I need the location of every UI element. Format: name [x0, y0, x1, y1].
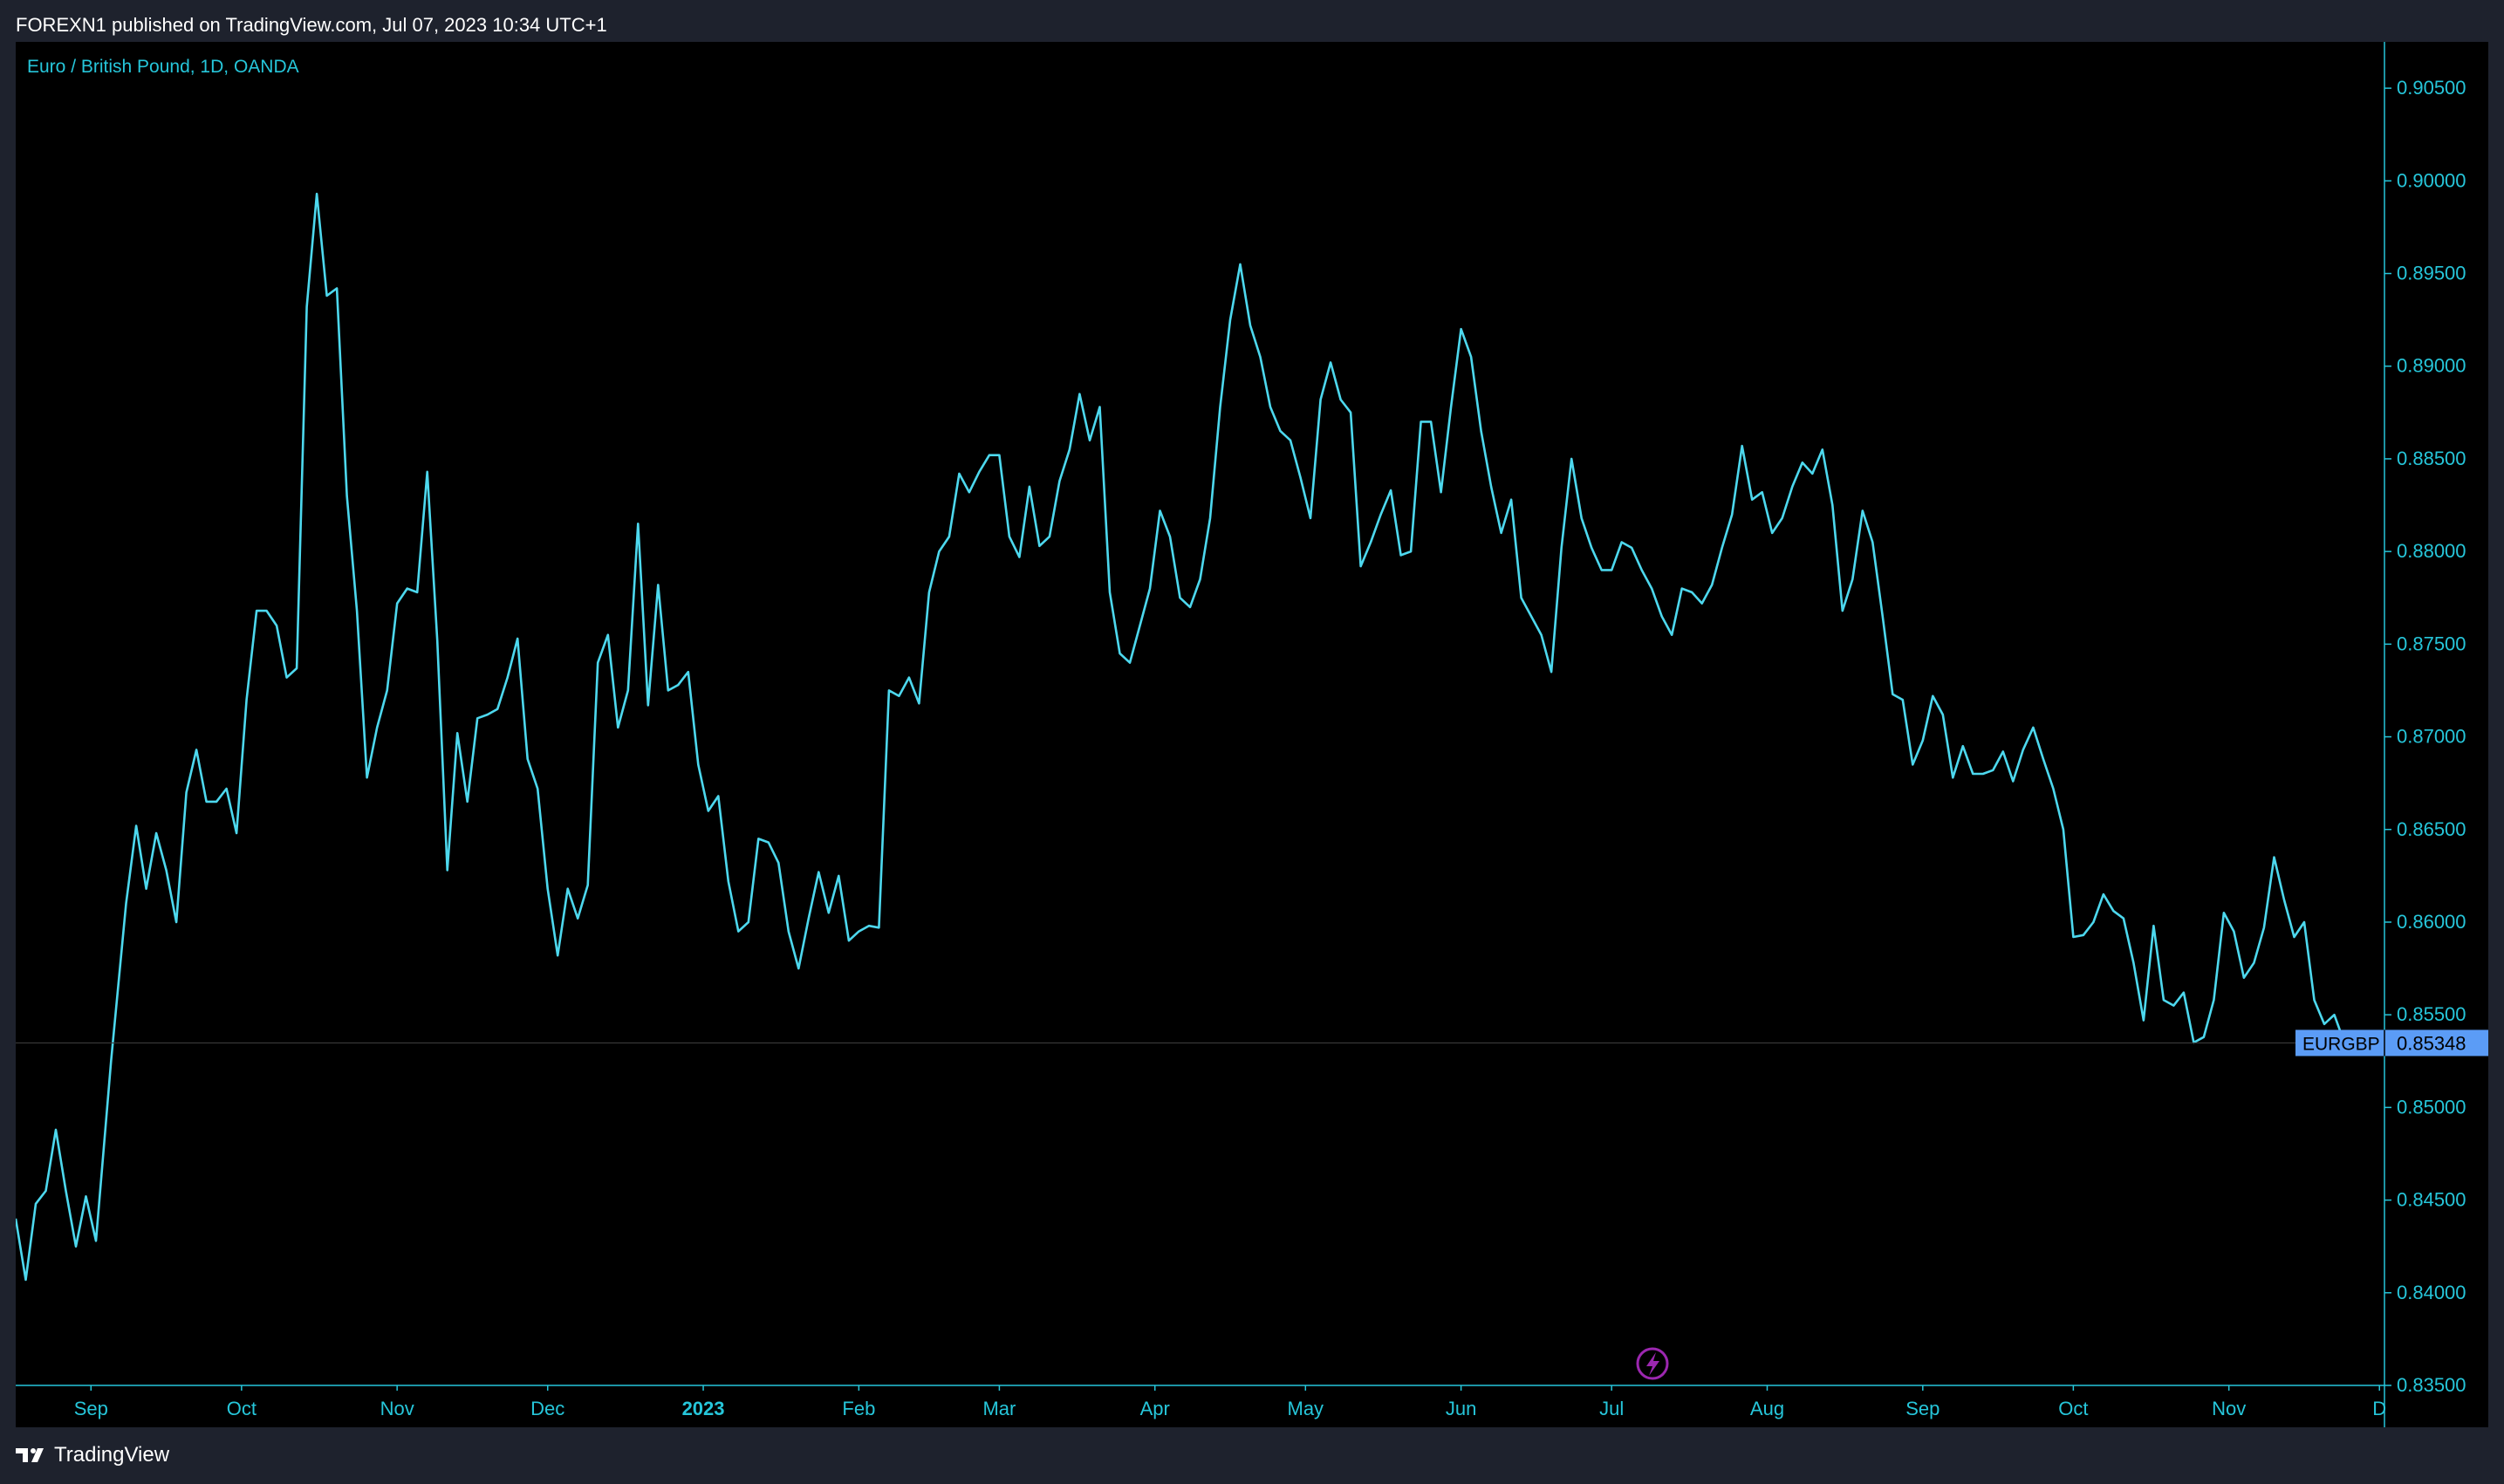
y-tick-label: 0.84000 — [2397, 1282, 2466, 1303]
y-tick-label: 0.86000 — [2397, 911, 2466, 933]
x-tick-label: May — [1288, 1398, 1324, 1419]
chart-panel[interactable]: 0.90500 0.90000 0.89500 0.89000 0.88500 0.880… — [16, 42, 2488, 1427]
y-tick-label: 0.90500 — [2397, 77, 2466, 99]
y-tick-label: 0.87500 — [2397, 633, 2466, 654]
x-tick-label: Apr — [1140, 1398, 1170, 1419]
x-tick-label: Jun — [1446, 1398, 1476, 1419]
tradingview-logo-icon — [16, 1448, 44, 1462]
lightning-icon[interactable] — [1636, 1347, 1669, 1380]
y-tick-label: 0.88000 — [2397, 540, 2466, 562]
chart-title: Euro / British Pound, 1D, OANDA — [27, 57, 299, 77]
y-tick-label: 0.89500 — [2397, 263, 2466, 284]
y-tick-label: 0.89000 — [2397, 355, 2466, 377]
price-chart[interactable]: 0.90500 0.90000 0.89500 0.89000 0.88500 0.880… — [16, 42, 2488, 1427]
x-tick-label: D — [2372, 1398, 2386, 1419]
x-tick-label: Sep — [74, 1398, 108, 1419]
y-tick-label: 0.83500 — [2397, 1374, 2466, 1396]
x-tick-label: 2023 — [682, 1398, 725, 1419]
y-tick-label: 0.85000 — [2397, 1096, 2466, 1118]
y-tick-label: 0.90000 — [2397, 169, 2466, 191]
x-tick-label: Oct — [2058, 1398, 2088, 1419]
x-tick-label: Jul — [1599, 1398, 1624, 1419]
published-header: FOREXN1 published on TradingView.com, Ju… — [16, 14, 607, 36]
y-tick-label: 0.84500 — [2397, 1189, 2466, 1211]
x-tick-label: Sep — [1905, 1398, 1940, 1419]
y-tick-label: 0.86500 — [2397, 818, 2466, 840]
x-tick-label: Feb — [842, 1398, 875, 1419]
y-tick-label: 0.88500 — [2397, 448, 2466, 469]
footer-brand: TradingView — [54, 1443, 170, 1467]
price-series-line[interactable] — [16, 192, 2346, 1282]
x-tick-label: Nov — [380, 1398, 414, 1419]
x-tick-label: Oct — [227, 1398, 257, 1419]
badge-symbol: EURGBP — [2302, 1034, 2380, 1054]
footer: TradingView — [14, 1440, 169, 1471]
y-tick-label: 0.87000 — [2397, 726, 2466, 748]
x-tick-label: Nov — [2212, 1398, 2246, 1419]
y-tick-label: 0.85500 — [2397, 1003, 2466, 1025]
x-tick-label: Mar — [982, 1398, 1016, 1419]
x-tick-label: Dec — [530, 1398, 564, 1419]
badge-price: 0.85348 — [2397, 1032, 2466, 1054]
x-tick-label: Aug — [1750, 1398, 1784, 1419]
